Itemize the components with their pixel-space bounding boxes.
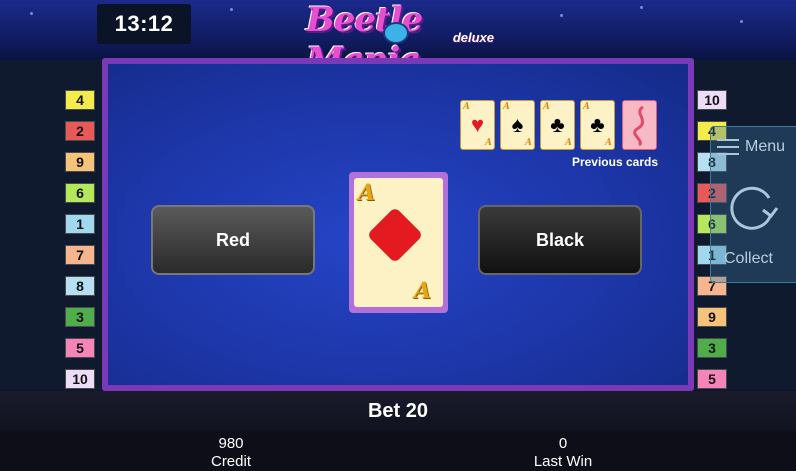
- previous-card-rank: A: [525, 138, 532, 148]
- line-number-badge: 10: [65, 369, 95, 389]
- previous-card-suit-icon: ♣: [590, 112, 605, 137]
- collect-icon[interactable]: [723, 180, 779, 236]
- line-number-badge: 3: [65, 307, 95, 327]
- previous-card-suit-icon: ♠: [511, 112, 524, 137]
- previous-card: A ♠ A: [500, 100, 535, 150]
- line-number-badge: 5: [65, 338, 95, 358]
- line-number-badge: 9: [697, 307, 727, 327]
- game-logo: Beetle Mania deluxe: [300, 0, 494, 80]
- status-bar: 980 Credit 0 Last Win: [0, 431, 796, 471]
- menu-icon[interactable]: [717, 139, 739, 155]
- card-rank-top: A: [358, 180, 376, 206]
- logo-subtitle: deluxe: [452, 30, 494, 45]
- line-number-badge: 7: [65, 245, 95, 265]
- card-back: [622, 100, 657, 150]
- decor-star: [640, 6, 643, 9]
- collect-button[interactable]: Collect: [724, 250, 773, 268]
- previous-card-rank: A: [485, 138, 492, 148]
- previous-card: A ♥ A: [460, 100, 495, 150]
- previous-card-suit-icon: ♣: [550, 112, 565, 137]
- previous-card-suit-icon: ♥: [470, 112, 485, 137]
- black-button[interactable]: Black: [478, 205, 642, 275]
- previous-cards-label: Previous cards: [571, 155, 658, 169]
- decor-star: [560, 14, 563, 17]
- menu-button[interactable]: Menu: [745, 138, 785, 156]
- decor-star: [230, 8, 233, 11]
- clock: 13:12: [97, 4, 191, 44]
- previous-card-rank: A: [565, 138, 572, 148]
- line-number-badge: 8: [65, 276, 95, 296]
- last-win-value: 0: [558, 435, 568, 452]
- credit-stat: 980 Credit: [161, 435, 301, 471]
- line-number-badge: 4: [65, 90, 95, 110]
- card-rank-bottom: A: [414, 278, 432, 304]
- line-number-badge: 1: [65, 214, 95, 234]
- line-number-badge: 3: [697, 338, 727, 358]
- credit-value: 980: [218, 435, 244, 452]
- card-back-pattern-icon: [633, 105, 644, 147]
- line-number-badge: 9: [65, 152, 95, 172]
- beetle-icon: [383, 22, 409, 44]
- line-number-badge: 2: [65, 121, 95, 141]
- decor-star: [740, 20, 743, 23]
- last-win-label: Last Win: [533, 453, 593, 470]
- line-number-badge: 6: [65, 183, 95, 203]
- decor-star: [30, 12, 33, 15]
- credit-label: Credit: [210, 453, 251, 470]
- line-number-badge: 10: [697, 90, 727, 110]
- bet-display[interactable]: Bet 20: [0, 391, 796, 431]
- previous-card: A ♣ A: [540, 100, 575, 150]
- previous-card: A ♣ A: [580, 100, 615, 150]
- previous-card-rank: A: [605, 138, 612, 148]
- red-button[interactable]: Red: [151, 205, 315, 275]
- last-win-stat: 0 Last Win: [493, 435, 633, 471]
- line-number-badge: 5: [697, 369, 727, 389]
